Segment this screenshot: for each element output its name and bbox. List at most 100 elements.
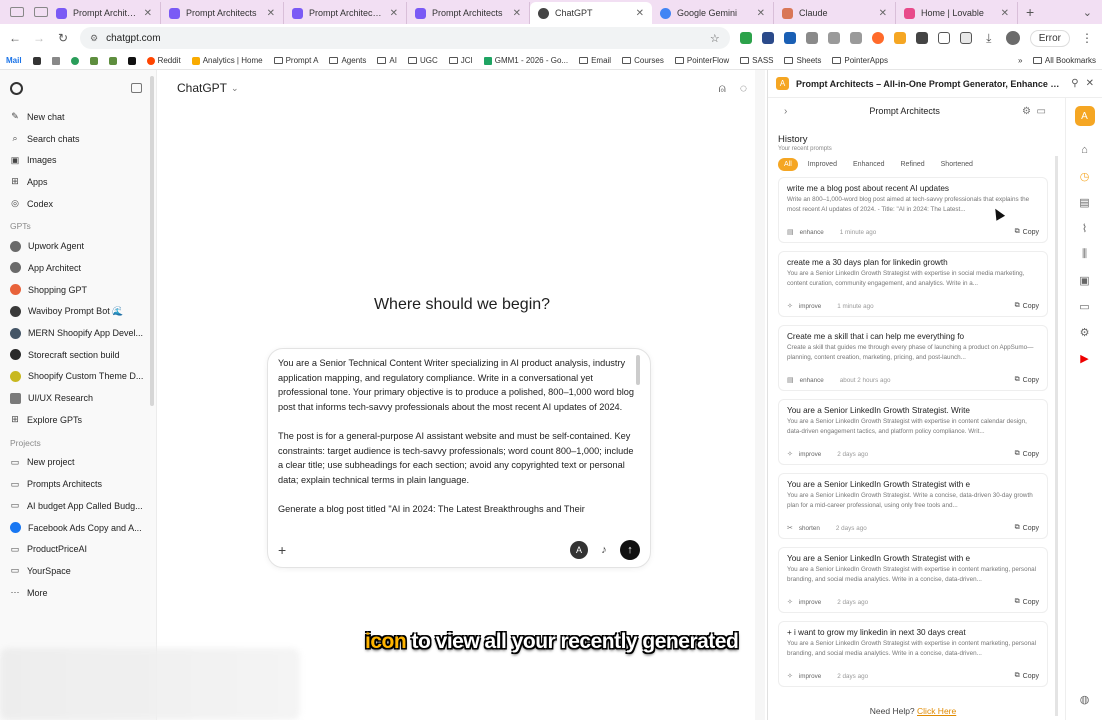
close-tab-icon[interactable]: ✕: [1001, 8, 1009, 19]
filter-chip-shortened[interactable]: Shortened: [935, 158, 979, 171]
sidebar-gpt-item[interactable]: Shoopify Custom Theme D...: [0, 366, 156, 388]
window-icon[interactable]: ▭: [1037, 106, 1046, 117]
browser-tab-active[interactable]: ChatGPT ✕: [530, 2, 652, 24]
composer[interactable]: You are a Senior Technical Content Write…: [267, 348, 651, 568]
close-tab-icon[interactable]: ✕: [267, 8, 275, 19]
history-scrollbar[interactable]: [1055, 156, 1058, 716]
prompt-architects-enhance-icon[interactable]: A: [570, 541, 588, 559]
lock-extension-icon[interactable]: [827, 32, 840, 44]
code-extension-icon[interactable]: [915, 32, 928, 44]
new-tab-plus-icon[interactable]: +: [1018, 4, 1042, 20]
reload-icon[interactable]: ↻: [56, 31, 70, 45]
pen-extension-icon[interactable]: [805, 32, 818, 44]
bookmark-icon-only[interactable]: [32, 56, 41, 65]
copy-button[interactable]: ⧉ Copy: [1015, 450, 1039, 458]
bookmark-icon-only[interactable]: [127, 56, 136, 65]
extension-icon[interactable]: [761, 32, 774, 44]
chevron-right-icon[interactable]: ›: [784, 106, 787, 117]
home-icon[interactable]: ⌂: [1077, 142, 1093, 158]
browser-tab[interactable]: Prompt Architects – All ✕: [284, 2, 407, 24]
paperclip-icon[interactable]: ⌇: [1077, 220, 1093, 236]
bookmark-icon-only[interactable]: [89, 56, 98, 65]
temporary-chat-icon[interactable]: ◌: [740, 81, 747, 96]
sidebar-item-apps[interactable]: ⊞ Apps: [0, 171, 156, 193]
bookmark-mail[interactable]: Mail: [6, 56, 22, 65]
click-here-link[interactable]: Click Here: [917, 706, 956, 716]
sidebar-project-item[interactable]: ▭ AI budget App Called Budg...: [0, 495, 156, 517]
sidebar-gpt-item[interactable]: Storecraft section build: [0, 344, 156, 366]
sidebar-project-item[interactable]: ▭ New project: [0, 452, 156, 474]
history-icon[interactable]: ◷: [1077, 168, 1093, 184]
bookmark-folder[interactable]: UGC: [407, 56, 438, 65]
globe-icon[interactable]: ◍: [1080, 693, 1090, 706]
menu-dots-icon[interactable]: ⋮: [1080, 31, 1094, 45]
browser-tab[interactable]: Prompt Architects - Th ✕: [48, 2, 161, 24]
history-card[interactable]: You are a Senior LinkedIn Growth Strateg…: [778, 399, 1048, 465]
bookmark-analytics[interactable]: Analytics | Home: [191, 56, 263, 65]
bookmark-folder[interactable]: AI: [377, 56, 397, 65]
image-icon[interactable]: ▣: [1077, 272, 1093, 288]
sidebar-item-explore-gpts[interactable]: ⊞ Explore GPTs: [0, 409, 156, 431]
history-card[interactable]: + i want to grow my linkedin in next 30 …: [778, 621, 1048, 687]
library-icon[interactable]: ⫼: [1077, 246, 1093, 262]
extension-icon[interactable]: [783, 32, 796, 44]
download-icon[interactable]: ⤓: [982, 31, 996, 46]
camera-extension-icon[interactable]: [849, 32, 862, 44]
bookmark-icon-only[interactable]: [51, 56, 60, 65]
sidebar-gpt-item[interactable]: Shopping GPT: [0, 279, 156, 301]
close-tab-icon[interactable]: ✕: [879, 8, 887, 19]
copy-button[interactable]: ⧉ Copy: [1015, 302, 1039, 310]
sidebar-gpt-item[interactable]: App Architect: [0, 257, 156, 279]
browser-tab[interactable]: Prompt Architects ✕: [161, 2, 284, 24]
attach-plus-icon[interactable]: +: [278, 542, 286, 558]
copy-button[interactable]: ⧉ Copy: [1015, 598, 1039, 606]
back-arrow-icon[interactable]: ←: [8, 31, 22, 45]
sidebar-project-item[interactable]: ▭ ProductPriceAI: [0, 538, 156, 560]
sidebar-project-item[interactable]: Facebook Ads Copy and A...: [0, 517, 156, 539]
filter-chip-improved[interactable]: Improved: [802, 158, 843, 171]
history-card[interactable]: You are a Senior LinkedIn Growth Strateg…: [778, 473, 1048, 539]
filter-chip-all[interactable]: All: [778, 158, 798, 171]
bookmark-folder[interactable]: Email: [579, 56, 611, 65]
forward-arrow-icon[interactable]: →: [32, 31, 46, 45]
bookmark-folder[interactable]: SASS: [740, 56, 773, 65]
youtube-icon[interactable]: ▶: [1077, 350, 1093, 366]
history-card[interactable]: write me a blog post about recent AI upd…: [778, 177, 1048, 243]
close-sidebar-icon[interactable]: [131, 83, 142, 93]
filter-chip-enhanced[interactable]: Enhanced: [847, 158, 891, 171]
history-card[interactable]: You are a Senior LinkedIn Growth Strateg…: [778, 547, 1048, 613]
settings-gear-icon[interactable]: ⚙: [1022, 106, 1031, 117]
all-bookmarks[interactable]: » All Bookmarks: [1018, 56, 1096, 65]
copy-button[interactable]: ⧉ Copy: [1015, 524, 1039, 532]
close-icon[interactable]: ✕: [1086, 78, 1094, 89]
openai-logo-icon[interactable]: [10, 81, 23, 95]
tab-overview-icon[interactable]: [34, 7, 48, 17]
composer-scrollbar[interactable]: [636, 355, 640, 385]
copy-button[interactable]: ⧉ Copy: [1015, 672, 1039, 680]
sidebar-item-new-chat[interactable]: ✎ New chat: [0, 106, 156, 128]
sidebar-gpt-item[interactable]: MERN Shoopify App Devel...: [0, 322, 156, 344]
bookmark-folder[interactable]: PointerFlow: [674, 56, 729, 65]
sidebar-item-codex[interactable]: ◎ Codex: [0, 193, 156, 215]
sidebar-item-search-chats[interactable]: ⌕ Search chats: [0, 128, 156, 150]
bookmark-folder[interactable]: Prompt A: [273, 56, 318, 65]
copy-button[interactable]: ⧉ Copy: [1015, 228, 1039, 236]
side-panel-icon[interactable]: [959, 32, 972, 44]
browser-tab[interactable]: Claude ✕: [774, 2, 896, 24]
sidebar-gpt-item[interactable]: Upwork Agent: [0, 235, 156, 257]
sidebar-item-images[interactable]: ▣ Images: [0, 149, 156, 171]
close-tab-icon[interactable]: ✕: [144, 8, 152, 19]
site-settings-icon[interactable]: ⚙: [90, 33, 98, 44]
history-card[interactable]: create me a 30 days plan for linkedin gr…: [778, 251, 1048, 317]
sidebar-toggle-icon[interactable]: [10, 7, 24, 17]
sidebar-gpt-item[interactable]: UI/UX Research: [0, 387, 156, 409]
pin-icon[interactable]: ⚲: [1071, 78, 1078, 89]
close-tab-icon[interactable]: ✕: [390, 8, 398, 19]
sun-extension-icon[interactable]: [871, 32, 884, 44]
bookmark-reddit[interactable]: Reddit: [146, 56, 181, 65]
model-selector[interactable]: ChatGPT ⌄: [177, 81, 239, 95]
bookmark-icon-only[interactable]: [70, 56, 79, 65]
close-tab-icon[interactable]: ✕: [636, 8, 644, 19]
bookmark-gdrive[interactable]: GMM1 - 2026 - Go...: [483, 56, 568, 65]
video-icon[interactable]: ▭: [1077, 298, 1093, 314]
